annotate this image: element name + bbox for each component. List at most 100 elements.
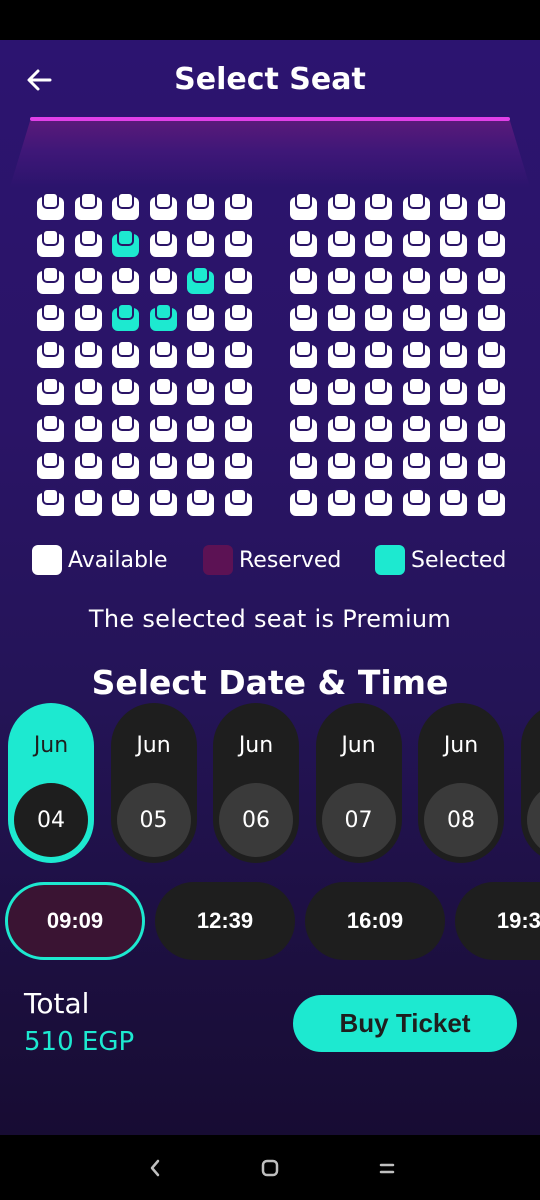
seat-right-r5-c5[interactable] (440, 340, 467, 368)
seat-left-r4-c4[interactable] (149, 303, 177, 331)
seat-left-r3-c1[interactable] (37, 266, 64, 294)
seat-left-r3-c5[interactable] (187, 266, 214, 294)
seat-left-r4-c6[interactable] (224, 303, 252, 331)
seat-left-r1-c6[interactable] (224, 192, 252, 220)
seat-left-r5-c1[interactable] (37, 340, 64, 368)
seat-left-r5-c2[interactable] (74, 340, 102, 368)
time-slot[interactable]: 16:09 (305, 882, 445, 960)
seat-right-r7-c4[interactable] (402, 414, 430, 442)
seat-left-r9-c2[interactable] (74, 488, 102, 516)
seat-left-r8-c4[interactable] (149, 451, 177, 479)
seat-right-r7-c3[interactable] (365, 414, 392, 442)
seat-left-r6-c1[interactable] (37, 377, 64, 405)
seat-left-r5-c4[interactable] (149, 340, 177, 368)
date-card[interactable]: Jun 05 (110, 703, 197, 863)
seat-right-r9-c2[interactable] (327, 488, 355, 516)
seat-left-r7-c5[interactable] (187, 414, 214, 442)
seat-right-r6-c5[interactable] (440, 377, 467, 405)
seat-left-r4-c1[interactable] (37, 303, 64, 331)
seat-left-r1-c4[interactable] (149, 192, 177, 220)
recents-icon[interactable] (372, 1153, 402, 1183)
seat-left-r7-c3[interactable] (112, 414, 139, 442)
seat-left-r9-c1[interactable] (37, 488, 64, 516)
seat-left-r9-c3[interactable] (112, 488, 139, 516)
seat-left-r2-c3[interactable] (112, 229, 139, 257)
time-slot[interactable]: 12:39 (155, 882, 295, 960)
seat-right-r1-c1[interactable] (290, 192, 317, 220)
seat-right-r2-c2[interactable] (327, 229, 355, 257)
seat-right-r5-c2[interactable] (327, 340, 355, 368)
seat-right-r8-c3[interactable] (365, 451, 392, 479)
seat-right-r6-c4[interactable] (402, 377, 430, 405)
seat-left-r3-c2[interactable] (74, 266, 102, 294)
seat-left-r5-c6[interactable] (224, 340, 252, 368)
seat-left-r7-c4[interactable] (149, 414, 177, 442)
seat-left-r2-c4[interactable] (149, 229, 177, 257)
seat-right-r8-c4[interactable] (402, 451, 430, 479)
seat-left-r9-c5[interactable] (187, 488, 214, 516)
seat-right-r2-c3[interactable] (365, 229, 392, 257)
seat-right-r2-c1[interactable] (290, 229, 317, 257)
seat-right-r7-c1[interactable] (290, 414, 317, 442)
seat-left-r6-c3[interactable] (112, 377, 139, 405)
seat-right-r3-c2[interactable] (327, 266, 355, 294)
seat-left-r4-c3[interactable] (112, 303, 139, 331)
time-slot[interactable]: 19:39 (455, 882, 540, 960)
seat-right-r2-c4[interactable] (402, 229, 430, 257)
seat-left-r4-c5[interactable] (187, 303, 214, 331)
seat-right-r6-c6[interactable] (477, 377, 505, 405)
date-card[interactable] (520, 703, 540, 863)
seat-right-r9-c3[interactable] (365, 488, 392, 516)
chevron-left-icon[interactable] (140, 1153, 170, 1183)
seat-left-r8-c3[interactable] (112, 451, 139, 479)
seat-right-r4-c4[interactable] (402, 303, 430, 331)
seat-left-r2-c2[interactable] (74, 229, 102, 257)
seat-left-r9-c4[interactable] (149, 488, 177, 516)
seat-left-r6-c2[interactable] (74, 377, 102, 405)
seat-right-r6-c1[interactable] (290, 377, 317, 405)
seat-right-r1-c4[interactable] (402, 192, 430, 220)
date-card[interactable]: Jun 08 (418, 703, 504, 863)
seat-right-r7-c6[interactable] (477, 414, 505, 442)
time-slot[interactable]: 09:09 (5, 882, 145, 960)
seat-right-r1-c2[interactable] (327, 192, 355, 220)
seat-right-r9-c5[interactable] (440, 488, 467, 516)
seat-right-r6-c3[interactable] (365, 377, 392, 405)
seat-left-r4-c2[interactable] (74, 303, 102, 331)
seat-left-r1-c1[interactable] (37, 192, 64, 220)
seat-right-r3-c4[interactable] (402, 266, 430, 294)
home-icon[interactable] (255, 1153, 285, 1183)
seat-left-r7-c1[interactable] (37, 414, 64, 442)
seat-right-r8-c1[interactable] (290, 451, 317, 479)
date-card[interactable]: Jun 04 (8, 703, 94, 863)
seat-right-r4-c6[interactable] (477, 303, 505, 331)
seat-right-r5-c4[interactable] (402, 340, 430, 368)
seat-left-r5-c3[interactable] (112, 340, 139, 368)
seat-right-r8-c2[interactable] (327, 451, 355, 479)
seat-right-r2-c5[interactable] (440, 229, 467, 257)
seat-left-r1-c2[interactable] (74, 192, 102, 220)
buy-ticket-button[interactable]: Buy Ticket (293, 995, 517, 1052)
date-card[interactable]: Jun 06 (213, 703, 299, 863)
seat-right-r5-c1[interactable] (290, 340, 317, 368)
seat-left-r9-c6[interactable] (224, 488, 252, 516)
seat-left-r8-c6[interactable] (224, 451, 252, 479)
seat-right-r4-c3[interactable] (365, 303, 392, 331)
seat-left-r1-c3[interactable] (112, 192, 139, 220)
seat-left-r8-c2[interactable] (74, 451, 102, 479)
seat-left-r6-c6[interactable] (224, 377, 252, 405)
seat-right-r8-c6[interactable] (477, 451, 505, 479)
seat-right-r1-c3[interactable] (365, 192, 392, 220)
seat-left-r3-c4[interactable] (149, 266, 177, 294)
seat-right-r3-c5[interactable] (440, 266, 467, 294)
seat-left-r2-c6[interactable] (224, 229, 252, 257)
seat-left-r5-c5[interactable] (187, 340, 214, 368)
seat-right-r1-c5[interactable] (440, 192, 467, 220)
seat-left-r6-c4[interactable] (149, 377, 177, 405)
seat-left-r6-c5[interactable] (187, 377, 214, 405)
seat-right-r6-c2[interactable] (327, 377, 355, 405)
seat-left-r1-c5[interactable] (187, 192, 214, 220)
seat-right-r2-c6[interactable] (477, 229, 505, 257)
seat-right-r9-c1[interactable] (290, 488, 317, 516)
date-card[interactable]: Jun 07 (315, 703, 402, 863)
